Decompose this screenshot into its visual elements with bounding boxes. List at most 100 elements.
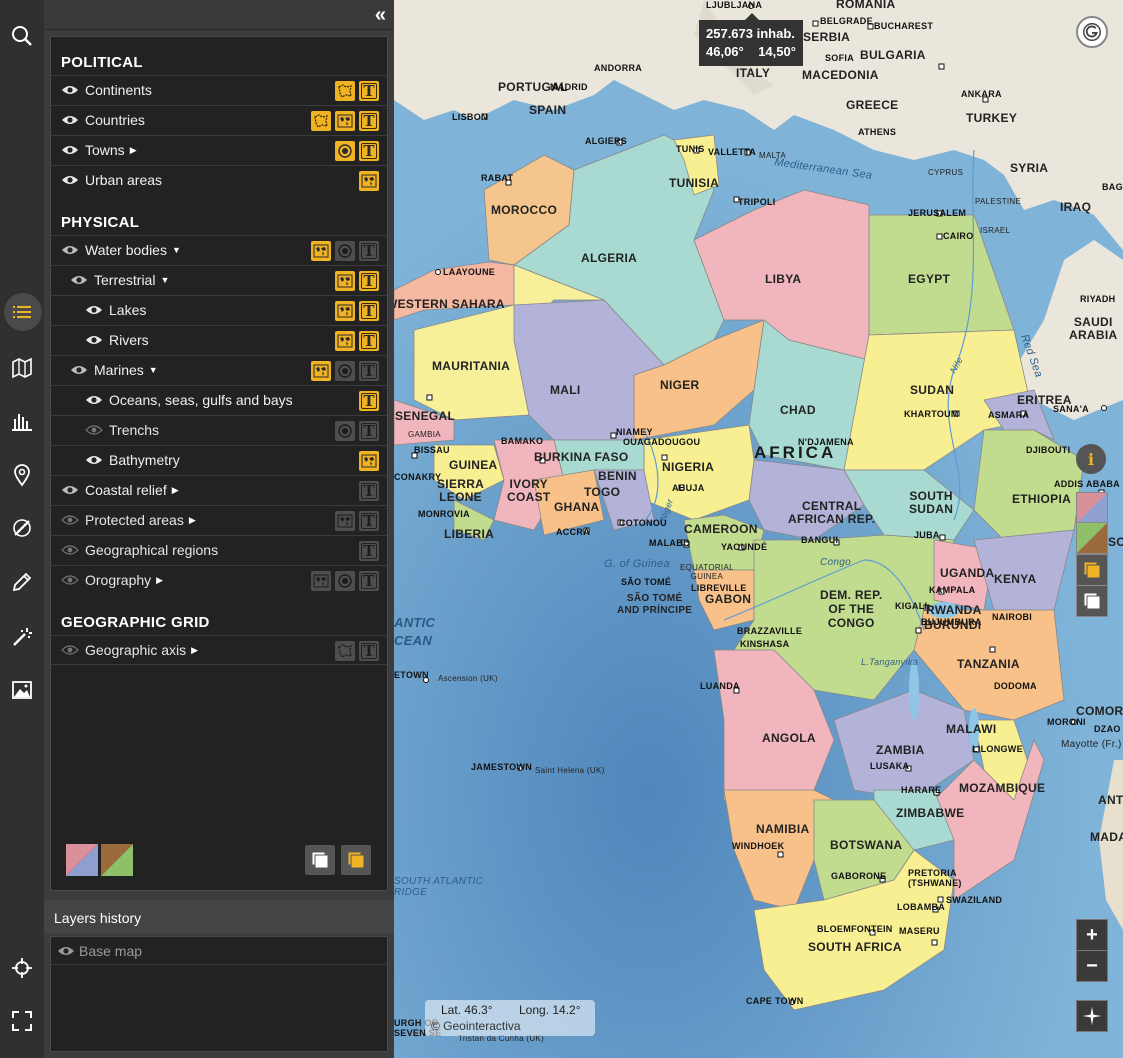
visible-eye-icon[interactable]	[61, 143, 79, 157]
symbols-toggle[interactable]	[335, 241, 355, 261]
visible-eye-icon[interactable]	[85, 393, 103, 407]
labels-toggle[interactable]: T	[359, 361, 379, 381]
symbols-toggle[interactable]	[335, 571, 355, 591]
visible-eye-icon[interactable]	[61, 83, 79, 97]
fill-color-toggle[interactable]	[335, 331, 355, 351]
geointeractiva-logo-button[interactable]	[1076, 16, 1108, 48]
symbols-toggle[interactable]	[335, 141, 355, 161]
locate-button[interactable]	[2, 948, 42, 988]
search-button[interactable]	[2, 16, 42, 56]
measure-button[interactable]	[2, 508, 42, 548]
layer-row-water-bodies[interactable]: Water bodies ▼ T	[51, 235, 387, 265]
compass-button[interactable]	[1076, 1000, 1108, 1032]
expand-arrow-icon[interactable]: ▼	[149, 365, 158, 375]
outline-fill-toggle[interactable]	[311, 111, 331, 131]
hidden-eye-icon[interactable]	[61, 513, 79, 527]
fill-color-toggle[interactable]	[311, 361, 331, 381]
layer-row-protected-areas[interactable]: Protected areas ▶ T	[51, 505, 387, 535]
visible-eye-icon[interactable]	[85, 333, 103, 347]
layer-row-trenchs[interactable]: Trenchs T	[51, 415, 387, 445]
fill-color-toggle[interactable]	[359, 451, 379, 471]
fill-color-toggle[interactable]	[335, 301, 355, 321]
copy-map-button[interactable]	[1076, 585, 1108, 617]
maps-button[interactable]	[2, 348, 42, 388]
outline-fill-toggle[interactable]	[335, 81, 355, 101]
labels-toggle[interactable]: T	[359, 511, 379, 531]
expand-arrow-icon[interactable]: ▶	[156, 575, 163, 586]
layer-row-geographical-regions[interactable]: Geographical regions T	[51, 535, 387, 565]
visible-eye-icon[interactable]	[85, 453, 103, 467]
zoom-in-button[interactable]: +	[1076, 919, 1108, 951]
layer-row-terrestrial[interactable]: Terrestrial ▼ T	[51, 265, 387, 295]
labels-toggle[interactable]: T	[359, 421, 379, 441]
layer-row-countries[interactable]: Countries T	[51, 105, 387, 135]
fullscreen-button[interactable]	[2, 1001, 42, 1041]
labels-toggle[interactable]: T	[359, 271, 379, 291]
visible-eye-icon[interactable]	[70, 363, 88, 377]
fill-color-toggle[interactable]	[359, 171, 379, 191]
layer-row-geographic-axis[interactable]: Geographic axis ▶ T	[51, 635, 387, 665]
labels-toggle[interactable]: T	[359, 241, 379, 261]
labels-toggle[interactable]: T	[359, 141, 379, 161]
visible-eye-icon[interactable]	[61, 173, 79, 187]
labels-toggle[interactable]: T	[359, 81, 379, 101]
layer-row-orography[interactable]: Orography ▶ T	[51, 565, 387, 595]
duplicate-layer-button[interactable]	[305, 845, 335, 875]
zoom-out-button[interactable]: −	[1076, 950, 1108, 982]
info-button[interactable]: i	[1076, 444, 1106, 474]
labels-toggle[interactable]: T	[359, 111, 379, 131]
layer-row-oceans[interactable]: Oceans, seas, gulfs and bays T	[51, 385, 387, 415]
fill-color-toggle[interactable]	[311, 571, 331, 591]
symbols-toggle[interactable]	[335, 361, 355, 381]
fill-color-toggle[interactable]	[335, 111, 355, 131]
hidden-eye-icon[interactable]	[85, 423, 103, 437]
political-style-button[interactable]	[1076, 492, 1108, 524]
symbols-toggle[interactable]	[335, 421, 355, 441]
map-canvas[interactable]: ROMANIA LJUBLJANA BELGRADE BUCHAREST SER…	[394, 0, 1123, 1058]
color-scheme-physical-button[interactable]	[101, 844, 133, 876]
visible-eye-icon[interactable]	[61, 243, 79, 257]
draw-button[interactable]	[2, 562, 42, 602]
layer-row-marines[interactable]: Marines ▼ T	[51, 355, 387, 385]
physical-style-button[interactable]	[1076, 522, 1108, 554]
expand-arrow-icon[interactable]: ▶	[189, 515, 196, 526]
fill-color-toggle[interactable]	[311, 241, 331, 261]
hidden-eye-icon[interactable]	[61, 643, 79, 657]
color-scheme-pastel-button[interactable]	[66, 844, 98, 876]
visible-eye-icon[interactable]	[57, 944, 75, 958]
layer-row-coastal-relief[interactable]: Coastal relief ▶ T	[51, 475, 387, 505]
visible-eye-icon[interactable]	[70, 273, 88, 287]
duplicate-active-layer-button[interactable]	[341, 845, 371, 875]
labels-toggle[interactable]: T	[359, 481, 379, 501]
labels-toggle[interactable]: T	[359, 331, 379, 351]
layer-row-continents[interactable]: Continents T	[51, 75, 387, 105]
layer-row-bathymetry[interactable]: Bathymetry	[51, 445, 387, 475]
labels-toggle[interactable]: T	[359, 391, 379, 411]
visible-eye-icon[interactable]	[85, 303, 103, 317]
visible-eye-icon[interactable]	[61, 113, 79, 127]
collapse-panel-button[interactable]: «	[375, 5, 386, 25]
history-item[interactable]: Base map	[51, 937, 387, 965]
fill-color-toggle[interactable]	[335, 511, 355, 531]
export-image-button[interactable]	[2, 670, 42, 710]
expand-arrow-icon[interactable]: ▶	[191, 645, 198, 656]
hidden-eye-icon[interactable]	[61, 543, 79, 557]
expand-arrow-icon[interactable]: ▶	[130, 145, 137, 156]
layers-button[interactable]	[2, 292, 42, 332]
expand-arrow-icon[interactable]: ▼	[172, 245, 181, 255]
places-button[interactable]	[2, 455, 42, 495]
layer-row-rivers[interactable]: Rivers T	[51, 325, 387, 355]
labels-toggle[interactable]: T	[359, 571, 379, 591]
hidden-eye-icon[interactable]	[61, 573, 79, 587]
statistics-button[interactable]	[2, 401, 42, 441]
layer-row-urban-areas[interactable]: Urban areas	[51, 165, 387, 195]
effects-button[interactable]	[2, 617, 42, 657]
expand-arrow-icon[interactable]: ▶	[172, 485, 179, 496]
labels-toggle[interactable]: T	[359, 641, 379, 661]
expand-arrow-icon[interactable]: ▼	[160, 275, 169, 285]
fill-color-toggle[interactable]	[335, 271, 355, 291]
labels-toggle[interactable]: T	[359, 541, 379, 561]
labels-toggle[interactable]: T	[359, 301, 379, 321]
layer-row-towns[interactable]: Towns ▶ T	[51, 135, 387, 165]
outline-fill-toggle[interactable]	[335, 641, 355, 661]
